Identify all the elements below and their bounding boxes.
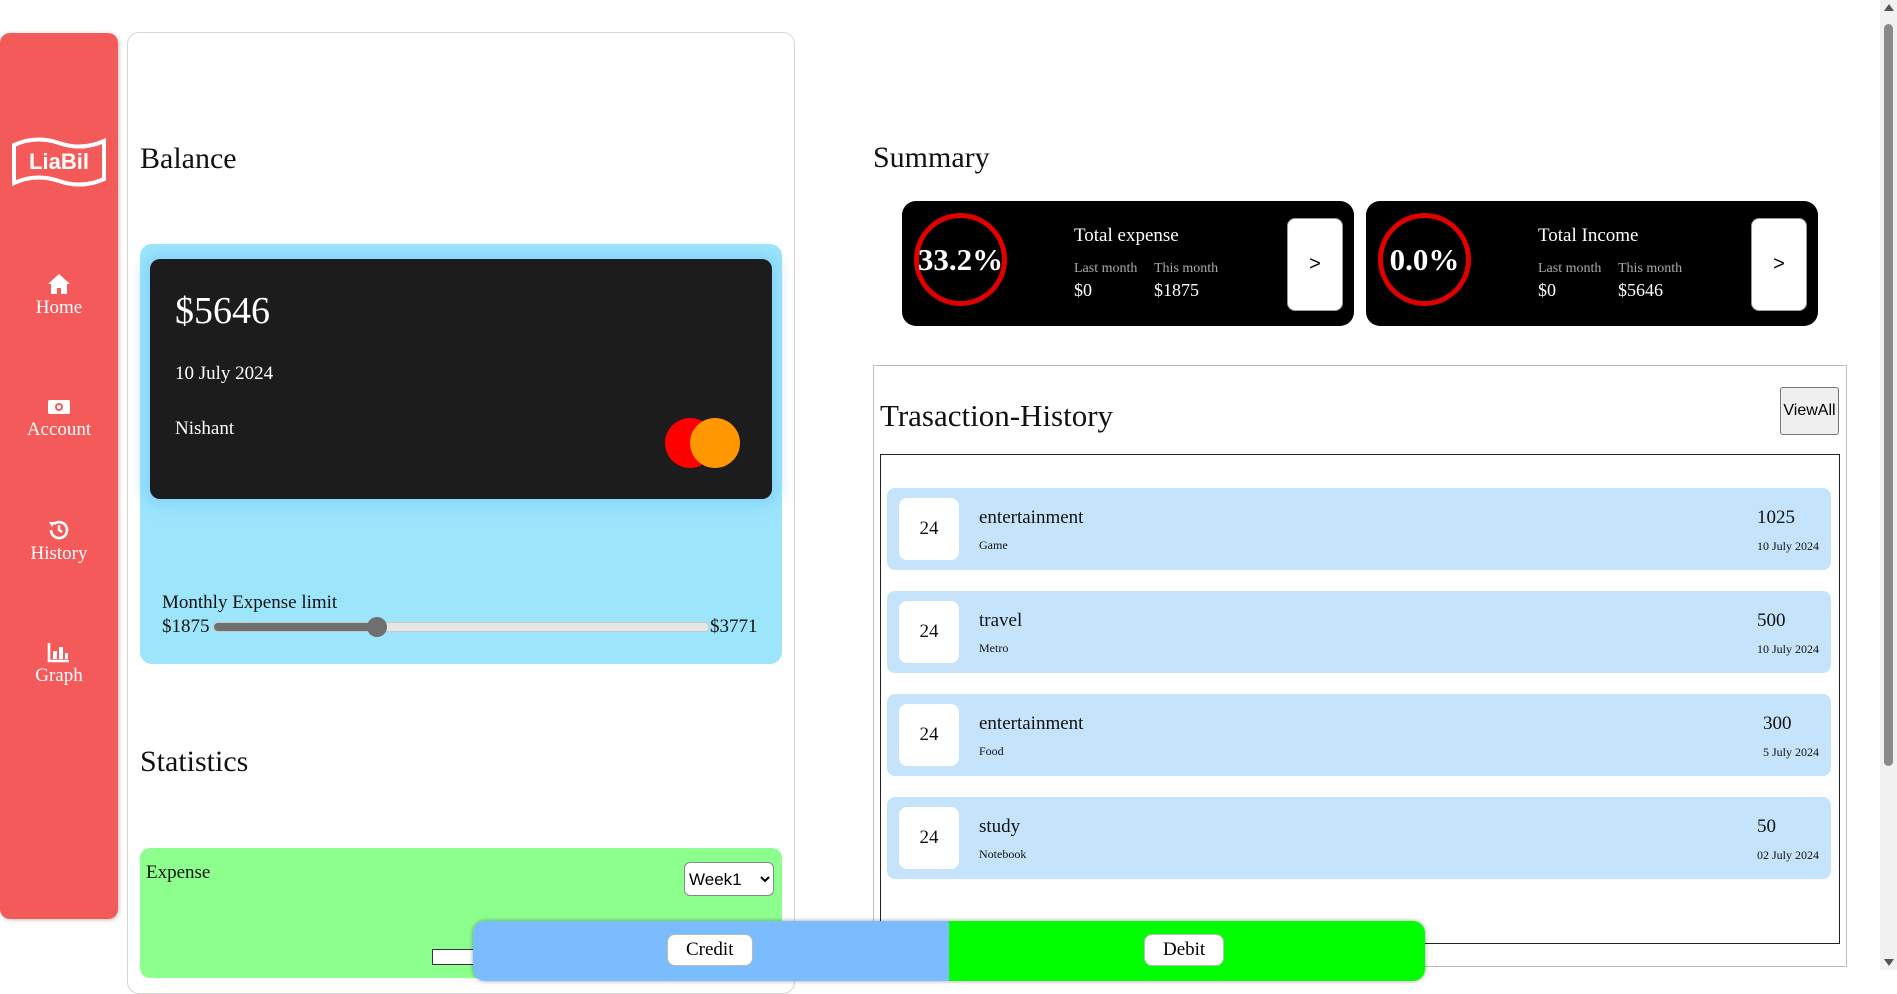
transaction-category: entertainment <box>979 507 1084 528</box>
view-all-button[interactable]: ViewAll <box>1780 387 1839 435</box>
slider-fill <box>214 623 378 631</box>
transaction-note: Game <box>979 538 1008 552</box>
transaction-meta: 500 10 July 2024 <box>1757 610 1819 657</box>
transaction-meta: 50 02 July 2024 <box>1757 816 1819 863</box>
transaction-meta: 300 5 July 2024 <box>1763 713 1819 760</box>
last-month-value: $0 <box>1074 280 1092 300</box>
statistics-heading: Statistics <box>140 745 249 778</box>
this-month-value: $5646 <box>1618 280 1663 300</box>
expense-limit-max: $3771 <box>710 616 758 637</box>
summary-heading: Summary <box>873 141 990 174</box>
card-holder: Nishant <box>175 418 235 439</box>
sidebar-item-account[interactable]: Account <box>0 397 118 441</box>
card-date: 10 July 2024 <box>175 363 274 384</box>
chart-icon <box>47 643 69 663</box>
this-month-value: $1875 <box>1154 280 1199 300</box>
liabil-logo: LiaBil <box>12 137 106 187</box>
transaction-list: 24 entertainment Game 1025 10 July 2024 … <box>880 454 1840 944</box>
transaction-day: 24 <box>899 601 959 663</box>
transaction-history-heading: Trasaction-History <box>880 398 1114 433</box>
history-icon <box>49 520 69 540</box>
week-select[interactable]: Week1 <box>684 862 774 896</box>
transaction-row[interactable]: 24 study Notebook 50 02 July 2024 <box>887 797 1831 879</box>
card-amount: $5646 <box>175 290 270 332</box>
total-income-card: 0.0% Total Income Last month This month … <box>1366 201 1818 326</box>
page-scrollbar[interactable] <box>1880 0 1897 970</box>
sidebar: LiaBil Home Account History Graph <box>0 33 118 919</box>
transaction-note: Metro <box>979 641 1009 655</box>
transaction-amount: 300 <box>1762 713 1792 734</box>
transaction-note: Food <box>979 744 1004 758</box>
credit-debit-bar: Credit Debit <box>473 921 1425 981</box>
sidebar-item-label: Account <box>26 419 92 440</box>
transaction-row[interactable]: 24 travel Metro 500 10 July 2024 <box>887 591 1831 673</box>
statistics-label: Expense <box>146 862 211 883</box>
scroll-up-icon[interactable] <box>1884 4 1894 11</box>
chart-placeholder <box>432 949 474 965</box>
this-month-label: This month <box>1154 261 1219 276</box>
sidebar-item-label: History <box>30 543 88 564</box>
transaction-amount: 50 <box>1756 816 1776 837</box>
slider-thumb[interactable] <box>367 617 388 637</box>
scroll-down-icon[interactable] <box>1884 959 1894 966</box>
summary-card-title: Total expense <box>1074 225 1179 246</box>
expense-limit-slider[interactable] <box>213 617 709 637</box>
transaction-meta: 1025 10 July 2024 <box>1757 507 1819 554</box>
transaction-category: entertainment <box>979 713 1084 734</box>
mastercard-icon-overlay <box>690 418 740 468</box>
transaction-row[interactable]: 24 entertainment Game 1025 10 July 2024 <box>887 488 1831 570</box>
summary-card-title: Total Income <box>1538 225 1639 246</box>
sidebar-item-label: Home <box>35 297 83 318</box>
svg-text:LiaBil: LiaBil <box>29 149 89 174</box>
home-icon <box>48 274 70 294</box>
sidebar-item-home[interactable]: Home <box>0 273 118 319</box>
sidebar-item-graph[interactable]: Graph <box>0 641 118 687</box>
transaction-note: Notebook <box>979 847 1027 861</box>
transaction-date: 5 July 2024 <box>1762 745 1819 759</box>
transaction-row[interactable]: 24 entertainment Food 300 5 July 2024 <box>887 694 1831 776</box>
last-month-label: Last month <box>1074 261 1138 276</box>
credit-button[interactable]: Credit <box>667 934 753 966</box>
scroll-thumb[interactable] <box>1884 24 1893 766</box>
total-expense-card: 33.2% Total expense Last month This mont… <box>902 201 1354 326</box>
expense-percent-ring: 33.2% <box>914 213 1007 306</box>
last-month-value: $0 <box>1538 280 1556 300</box>
transaction-date: 10 July 2024 <box>1756 642 1819 656</box>
income-percent-ring: 0.0% <box>1378 213 1471 306</box>
transaction-date: 02 July 2024 <box>1756 848 1819 862</box>
sidebar-item-history[interactable]: History <box>0 519 118 565</box>
transaction-amount: 500 <box>1756 610 1786 631</box>
transaction-category: study <box>979 816 1021 837</box>
income-details-button[interactable]: > <box>1751 218 1807 311</box>
money-icon <box>48 400 70 414</box>
expense-limit-label: Monthly Expense limit <box>162 592 338 613</box>
transaction-day: 24 <box>899 498 959 560</box>
this-month-label: This month <box>1618 261 1683 276</box>
last-month-label: Last month <box>1538 261 1602 276</box>
debit-button[interactable]: Debit <box>1144 934 1225 966</box>
balance-card: $5646 10 July 2024 Nishant <box>150 259 772 499</box>
sidebar-item-label: Graph <box>35 665 83 686</box>
balance-heading: Balance <box>140 142 237 175</box>
transaction-amount: 1025 <box>1756 507 1795 528</box>
transaction-date: 10 July 2024 <box>1756 539 1819 553</box>
transaction-day: 24 <box>899 704 959 766</box>
expense-limit-min: $1875 <box>162 616 210 637</box>
transaction-day: 24 <box>899 807 959 869</box>
expense-details-button[interactable]: > <box>1287 218 1343 311</box>
transaction-category: travel <box>979 610 1023 631</box>
